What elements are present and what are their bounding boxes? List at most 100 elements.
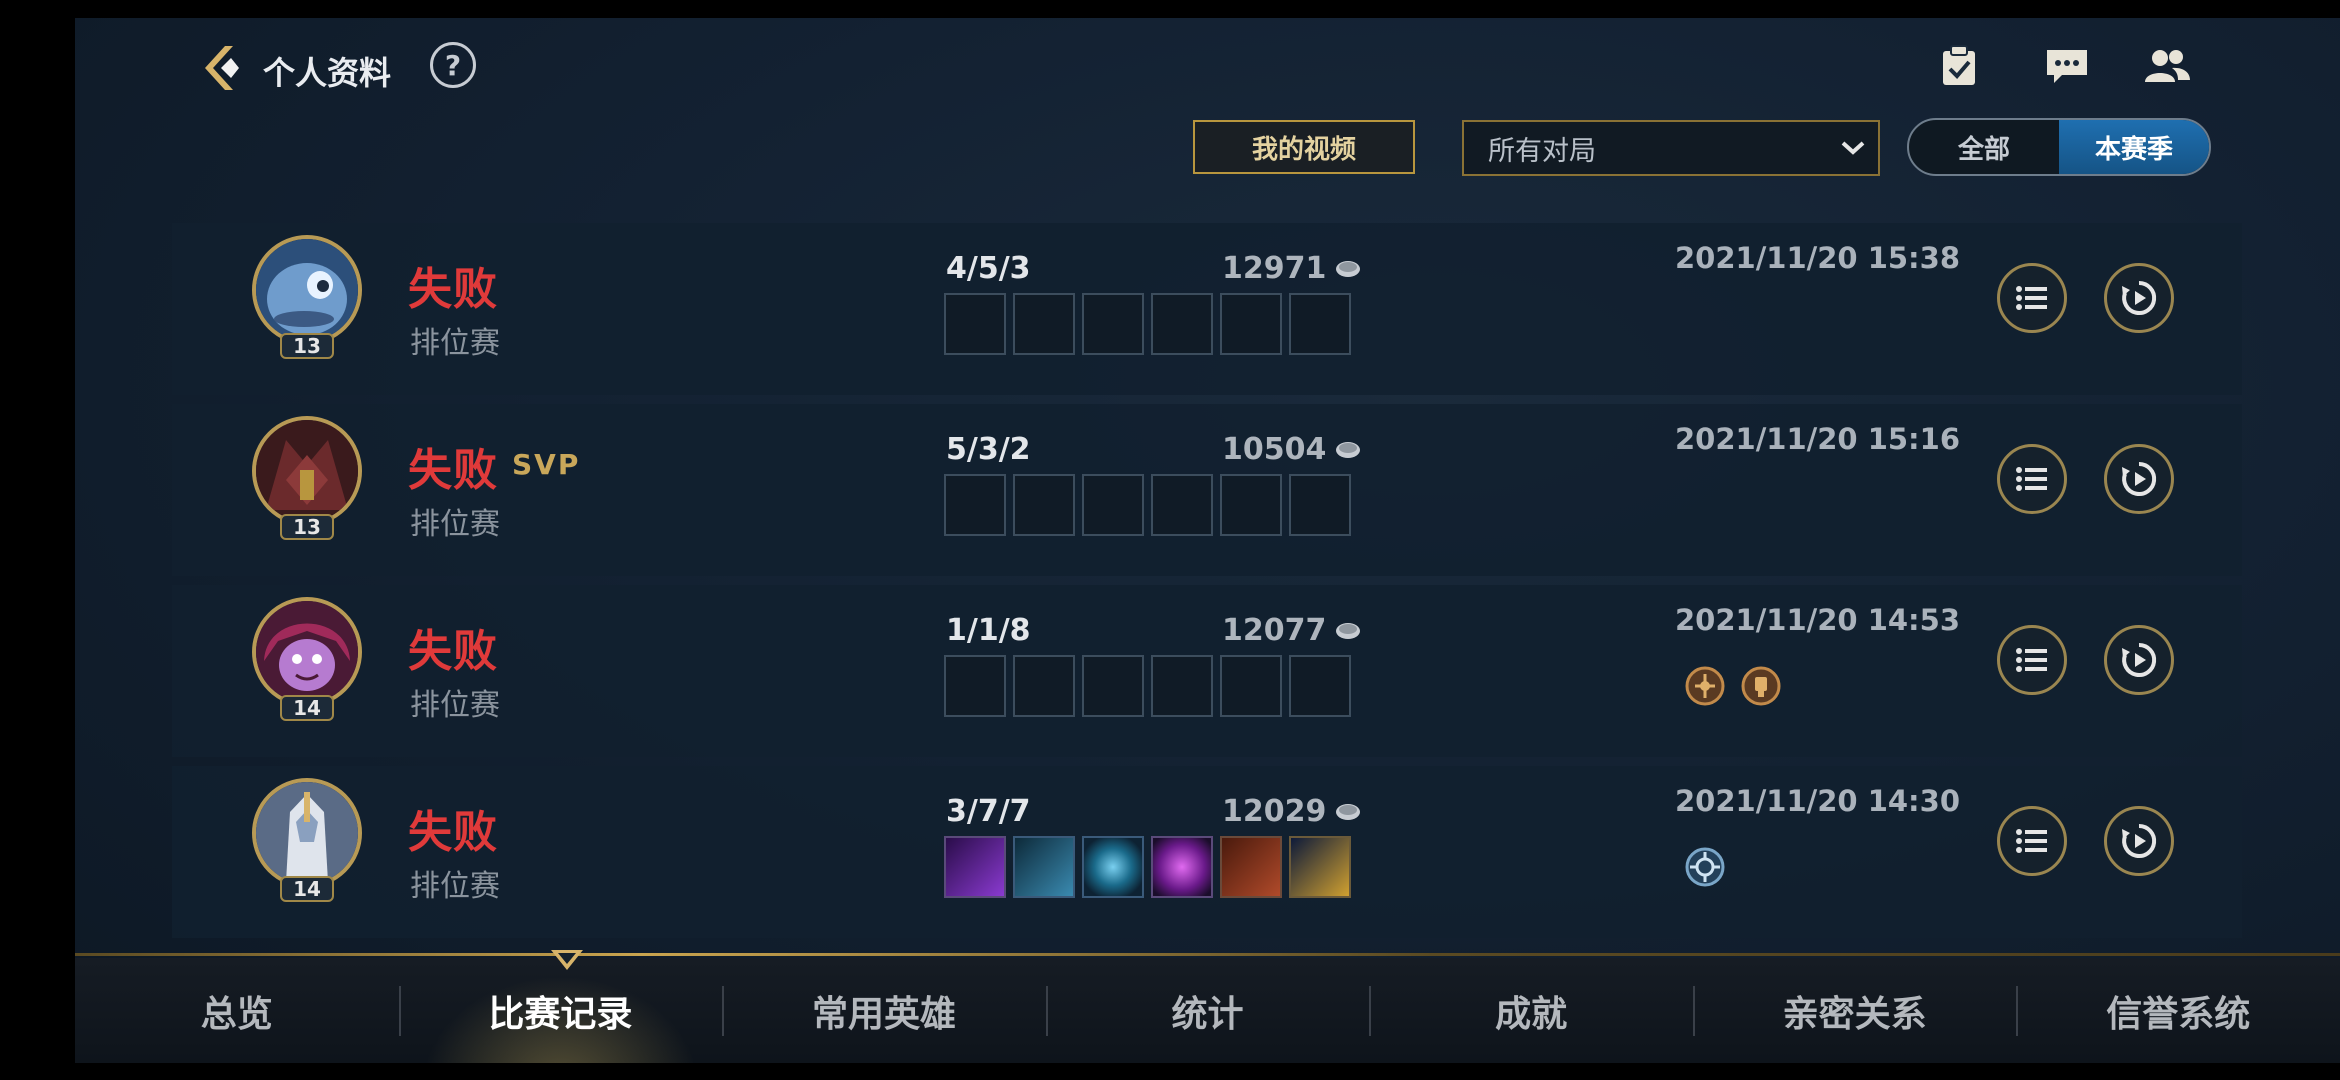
item-slot <box>944 655 1006 717</box>
item-slot <box>1220 474 1282 536</box>
gold-earned: 10504 <box>1222 432 1362 467</box>
tab-relationships[interactable]: 亲密关系 <box>1692 958 2017 1063</box>
match-badges <box>1684 846 1726 888</box>
match-time: 2021/11/20 14:53 <box>1675 603 1961 637</box>
list-icon <box>2016 286 2047 310</box>
replay-button[interactable] <box>2104 444 2174 514</box>
list-icon <box>2016 829 2047 853</box>
header: 个人资料 ? <box>75 18 2340 128</box>
match-mode: 排位赛 <box>410 507 500 542</box>
champion-avatar: 14 <box>252 597 362 747</box>
avatar <box>252 416 362 526</box>
page-title: 个人资料 <box>263 54 392 92</box>
avatar <box>252 778 362 888</box>
match-detail-button[interactable] <box>1997 444 2067 514</box>
replay-icon <box>2122 823 2157 858</box>
replay-button[interactable] <box>2104 625 2174 695</box>
tab-overview[interactable]: 总览 <box>75 958 399 1063</box>
task-icon[interactable] <box>1933 40 1985 92</box>
item-slot <box>1082 293 1144 355</box>
gold-coin-icon <box>1336 622 1361 639</box>
chevron-down-icon <box>1828 140 1878 156</box>
tab-achievements[interactable]: 成就 <box>1369 958 1693 1063</box>
replay-icon <box>2122 280 2157 315</box>
item-slot <box>1013 655 1075 717</box>
profile-screen: 个人资料 ? 我的视频 所有对局 全部 本赛季 13 失败 排位赛 4/5/3 … <box>75 18 2340 1063</box>
match-detail-button[interactable] <box>1997 263 2067 333</box>
tab-statistics[interactable]: 统计 <box>1045 958 1370 1063</box>
item-slot <box>1220 655 1282 717</box>
gold-coin-icon <box>1336 803 1361 820</box>
match-result: 失败 <box>408 626 498 677</box>
gold-coin-icon <box>1336 441 1361 458</box>
match-result: 失败 <box>408 264 498 315</box>
replay-button[interactable] <box>2104 263 2174 333</box>
champion-level: 14 <box>280 876 334 902</box>
match-mode: 排位赛 <box>410 326 500 361</box>
tab-honor-system[interactable]: 信誉系统 <box>2016 958 2340 1063</box>
match-detail-button[interactable] <box>1997 806 2067 876</box>
item-slot <box>1013 474 1075 536</box>
trophy-icon <box>1740 665 1782 707</box>
match-row[interactable]: 13 失败 SVP 排位赛 5/3/2 10504 2021/11/20 15:… <box>172 404 2242 576</box>
help-button[interactable]: ? <box>430 42 476 88</box>
kda: 5/3/2 <box>946 432 1031 467</box>
item-frost-armor <box>1013 836 1075 898</box>
match-badges <box>1684 665 1782 707</box>
match-time: 2021/11/20 15:16 <box>1675 422 1961 456</box>
spell-icon <box>1684 846 1726 888</box>
segment-all[interactable]: 全部 <box>1909 120 2059 174</box>
kda: 1/1/8 <box>946 613 1031 648</box>
replay-icon <box>2122 642 2157 677</box>
tab-frequent-heroes[interactable]: 常用英雄 <box>722 958 1046 1063</box>
match-history-list: 13 失败 排位赛 4/5/3 12971 2021/11/20 15:38 1… <box>172 223 2242 947</box>
match-mode: 排位赛 <box>410 869 500 904</box>
item-slot <box>1151 655 1213 717</box>
item-slot <box>944 474 1006 536</box>
avatar <box>252 235 362 345</box>
gold-value: 12029 <box>1222 794 1327 829</box>
bottom-tab-bar: 总览 比赛记录 常用英雄 统计 成就 亲密关系 信誉系统 <box>75 958 2340 1063</box>
match-detail-button[interactable] <box>1997 625 2067 695</box>
match-row[interactable]: 14 失败 排位赛 1/1/8 12077 2021/11/20 14:53 <box>172 585 2242 757</box>
friends-icon[interactable] <box>2141 40 2193 92</box>
kda: 3/7/7 <box>946 794 1031 829</box>
item-slot <box>1082 474 1144 536</box>
match-row[interactable]: 13 失败 排位赛 4/5/3 12971 2021/11/20 15:38 <box>172 223 2242 395</box>
item-slot <box>1013 293 1075 355</box>
chat-icon[interactable] <box>2041 40 2093 92</box>
gold-value: 10504 <box>1222 432 1327 467</box>
item-slot <box>1151 474 1213 536</box>
match-type-select[interactable]: 所有对局 <box>1462 120 1880 176</box>
champion-avatar: 14 <box>252 778 362 928</box>
champion-level: 13 <box>280 514 334 540</box>
item-cyan-orb <box>1082 836 1144 898</box>
item-slot <box>1220 293 1282 355</box>
match-row[interactable]: 14 失败 排位赛 3/7/7 12029 2021/11/20 14:30 <box>172 766 2242 938</box>
gold-value: 12971 <box>1222 251 1327 286</box>
segment-this-season[interactable]: 本赛季 <box>2059 120 2209 174</box>
medal-icon <box>1684 665 1726 707</box>
champion-avatar: 13 <box>252 235 362 385</box>
gold-earned: 12971 <box>1222 251 1362 286</box>
item-slot <box>1289 474 1351 536</box>
back-button[interactable] <box>195 40 251 96</box>
replay-button[interactable] <box>2104 806 2174 876</box>
item-slots <box>944 655 1351 717</box>
item-slot <box>944 293 1006 355</box>
match-result: 失败 <box>408 807 498 858</box>
gold-coin-icon <box>1336 260 1361 277</box>
item-slot <box>1151 293 1213 355</box>
match-type-value: 所有对局 <box>1488 135 1596 167</box>
my-video-button[interactable]: 我的视频 <box>1193 120 1415 174</box>
season-segmented-control: 全部 本赛季 <box>1907 118 2211 176</box>
nav-divider <box>75 953 2340 956</box>
avatar <box>252 597 362 707</box>
kda: 4/5/3 <box>946 251 1031 286</box>
item-magenta-crystal <box>1151 836 1213 898</box>
match-time: 2021/11/20 14:30 <box>1675 784 1961 818</box>
list-icon <box>2016 467 2047 491</box>
item-slots <box>944 836 1351 898</box>
match-mode: 排位赛 <box>410 688 500 723</box>
match-time: 2021/11/20 15:38 <box>1675 241 1961 275</box>
